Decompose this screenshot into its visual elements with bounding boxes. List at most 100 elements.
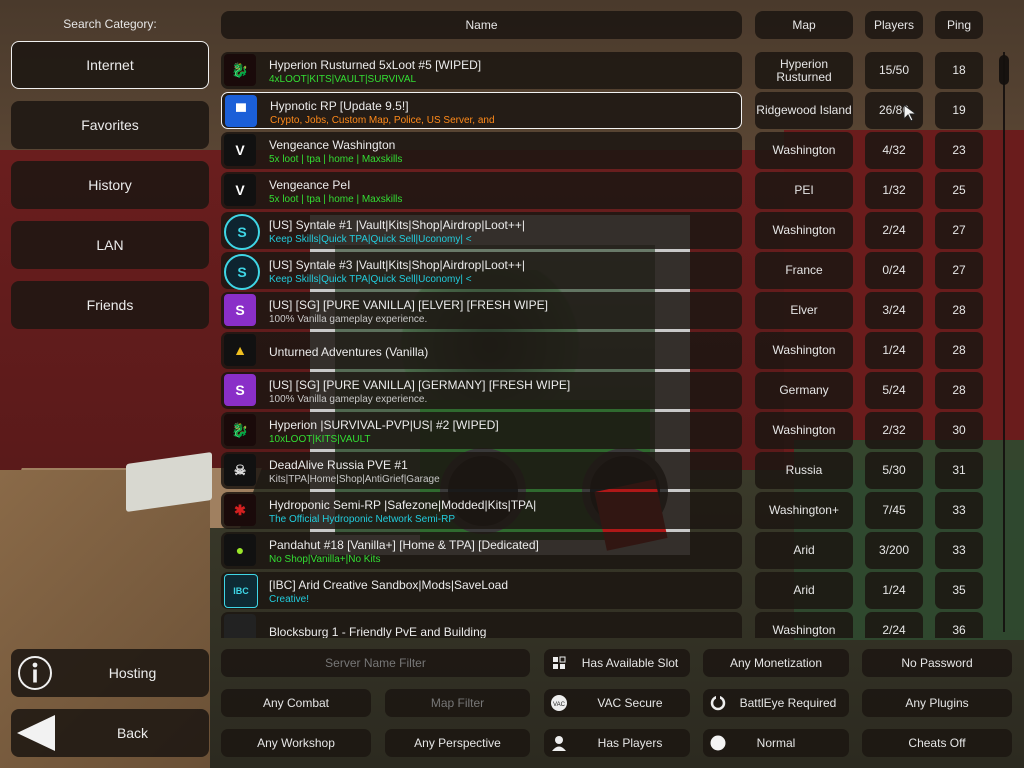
mode-filter-button[interactable]: Normal bbox=[703, 729, 849, 757]
server-description: Keep Skills|Quick TPA|Quick Sell|Uconomy… bbox=[269, 234, 472, 245]
server-list: 🐉 Hyperion Rusturned 5xLoot #5 [WIPED] 4xL… bbox=[221, 52, 1021, 638]
server-row-name[interactable]: S [US] [SG] [PURE VANILLA] [ELVER] [FRESH… bbox=[221, 292, 742, 329]
column-header-name[interactable]: Name bbox=[221, 11, 742, 39]
server-map: Washington bbox=[755, 412, 853, 449]
server-ping: 33 bbox=[935, 492, 983, 529]
category-favorites-button[interactable]: Favorites bbox=[11, 101, 209, 149]
server-players: 5/30 bbox=[865, 452, 923, 489]
server-row-name[interactable]: V Vengeance Washington 5x loot | tpa | hom… bbox=[221, 132, 742, 169]
server-row-name[interactable]: 🐉 Hyperion |SURVIVAL-PVP|US| #2 [WIPED] 10… bbox=[221, 412, 742, 449]
scrollbar-thumb[interactable] bbox=[999, 55, 1009, 85]
category-lan-button[interactable]: LAN bbox=[11, 221, 209, 269]
server-players: 15/50 bbox=[865, 52, 923, 89]
server-row-name[interactable]: Blocksburg 1 - Friendly PvE and Building bbox=[221, 612, 742, 638]
server-ping: 33 bbox=[935, 532, 983, 569]
server-row-name[interactable]: IBC [IBC] Arid Creative Sandbox|Mods|Save… bbox=[221, 572, 742, 609]
hosting-button[interactable]: Hosting bbox=[11, 649, 209, 697]
mode-filter-label: Normal bbox=[756, 736, 796, 750]
monetization-filter-button[interactable]: Any Monetization bbox=[703, 649, 849, 677]
workshop-filter-button[interactable]: Any Workshop bbox=[221, 729, 371, 757]
server-players: 1/24 bbox=[865, 572, 923, 609]
has-players-label: Has Players bbox=[597, 736, 663, 750]
battleye-filter-label: BattlEye Required bbox=[739, 696, 837, 710]
normal-mode-circle-icon bbox=[709, 734, 727, 752]
hypnotic-badge-icon: ▀ bbox=[225, 95, 257, 127]
server-row-name[interactable]: ▲ Unturned Adventures (Vanilla) bbox=[221, 332, 742, 369]
column-header-name-label: Name bbox=[465, 18, 498, 32]
battleye-filter-button[interactable]: BattlEye Required bbox=[703, 689, 849, 717]
server-row-name[interactable]: 🐉 Hyperion Rusturned 5xLoot #5 [WIPED] 4xL… bbox=[221, 52, 742, 89]
server-players: 3/24 bbox=[865, 292, 923, 329]
deadalive-skull-icon: ☠ bbox=[224, 454, 256, 486]
server-row-name[interactable]: S [US] Syntale #1 |Vault|Kits|Shop|Airdro… bbox=[221, 212, 742, 250]
combat-filter-button[interactable]: Any Combat bbox=[221, 689, 371, 717]
server-title: [US] Syntale #3 |Vault|Kits|Shop|Airdrop… bbox=[269, 258, 525, 272]
server-description: 5x loot | tpa | home | Maxskills bbox=[269, 154, 403, 165]
column-header-map[interactable]: Map bbox=[755, 11, 853, 39]
category-internet-button[interactable]: Internet bbox=[11, 41, 209, 89]
plugins-filter-label: Any Plugins bbox=[905, 696, 969, 710]
purple-s-icon: S bbox=[224, 294, 256, 326]
perspective-filter-label: Any Perspective bbox=[414, 736, 501, 750]
plugins-filter-button[interactable]: Any Plugins bbox=[862, 689, 1012, 717]
server-players: 0/24 bbox=[865, 252, 923, 289]
vac-secure-label: VAC Secure bbox=[597, 696, 663, 710]
hosting-label: Hosting bbox=[108, 665, 157, 681]
server-row-name[interactable]: V Vengeance PeI 5x loot | tpa | home | Max… bbox=[221, 172, 742, 209]
purple-s-icon: S bbox=[224, 374, 256, 406]
server-players: 1/24 bbox=[865, 332, 923, 369]
server-ping: 35 bbox=[935, 572, 983, 609]
server-players: 2/24 bbox=[865, 212, 923, 249]
category-history-button[interactable]: History bbox=[11, 161, 209, 209]
server-ping: 23 bbox=[935, 132, 983, 169]
server-title: Hyperion |SURVIVAL-PVP|US| #2 [WIPED] bbox=[269, 418, 499, 432]
syntale-s-icon: S bbox=[224, 254, 260, 290]
perspective-filter-button[interactable]: Any Perspective bbox=[385, 729, 530, 757]
server-row-name[interactable]: S [US] [SG] [PURE VANILLA] [GERMANY] [FRE… bbox=[221, 372, 742, 409]
server-description: 100% Vanilla gameplay experience. bbox=[269, 314, 428, 325]
password-filter-button[interactable]: No Password bbox=[862, 649, 1012, 677]
server-ping: 25 bbox=[935, 172, 983, 209]
column-header-players[interactable]: Players bbox=[865, 11, 923, 39]
server-title: [IBC] Arid Creative Sandbox|Mods|SaveLoa… bbox=[269, 578, 509, 592]
cheats-filter-button[interactable]: Cheats Off bbox=[862, 729, 1012, 757]
hydroponic-leaf-icon: ✱ bbox=[224, 494, 256, 526]
category-friends-button[interactable]: Friends bbox=[11, 281, 209, 329]
server-name-filter-input[interactable]: Server Name Filter bbox=[221, 649, 530, 677]
server-map: PEI bbox=[755, 172, 853, 209]
server-row-name[interactable]: ▀ Hypnotic RP [Update 9.5!] Crypto, Jobs, … bbox=[221, 92, 742, 129]
has-available-slot-toggle[interactable]: Has Available Slot bbox=[544, 649, 690, 677]
category-friends-label: Friends bbox=[86, 297, 134, 313]
server-map: Germany bbox=[755, 372, 853, 409]
server-ping: 28 bbox=[935, 292, 983, 329]
column-header-ping[interactable]: Ping bbox=[935, 11, 983, 39]
server-description: 4xLOOT|KITS|VAULT|SURVIVAL bbox=[269, 74, 417, 85]
server-list-scrollbar[interactable] bbox=[999, 52, 1009, 632]
back-button[interactable]: Back bbox=[11, 709, 209, 757]
server-map: Arid bbox=[755, 532, 853, 569]
has-players-toggle[interactable]: Has Players bbox=[544, 729, 690, 757]
server-title: [US] [SG] [PURE VANILLA] [GERMANY] [FRES… bbox=[269, 378, 571, 392]
server-row-name[interactable]: ● Pandahut #18 [Vanilla+] [Home & TPA] [D… bbox=[221, 532, 742, 569]
server-row-name[interactable]: ☠ DeadAlive Russia PVE #1 Kits|TPA|Home|Sh… bbox=[221, 452, 742, 489]
vac-secure-toggle[interactable]: VAC VAC Secure bbox=[544, 689, 690, 717]
server-name-filter-placeholder: Server Name Filter bbox=[325, 656, 426, 670]
hyperion-dragon-icon: 🐉 bbox=[224, 414, 256, 446]
person-icon bbox=[550, 734, 568, 752]
server-ping: 28 bbox=[935, 332, 983, 369]
server-players: 3/200 bbox=[865, 532, 923, 569]
blocksburg-icon bbox=[224, 614, 256, 638]
server-map: Washington bbox=[755, 132, 853, 169]
server-title: Pandahut #18 [Vanilla+] [Home & TPA] [De… bbox=[269, 538, 539, 552]
server-row-name[interactable]: ✱ Hydroponic Semi-RP |Safezone|Modded|Kit… bbox=[221, 492, 742, 529]
server-ping: 27 bbox=[935, 212, 983, 249]
mouse-cursor-icon bbox=[903, 104, 918, 122]
pandahut-panda-icon: ● bbox=[224, 534, 256, 566]
vac-shield-icon: VAC bbox=[550, 694, 568, 712]
server-description: 100% Vanilla gameplay experience. bbox=[269, 394, 428, 405]
server-description: The Official Hydroponic Network Semi-RP bbox=[269, 514, 455, 525]
server-row-name[interactable]: S [US] Syntale #3 |Vault|Kits|Shop|Airdro… bbox=[221, 252, 742, 290]
slot-grid-icon bbox=[550, 654, 568, 672]
map-filter-input[interactable]: Map Filter bbox=[385, 689, 530, 717]
server-players: 2/32 bbox=[865, 412, 923, 449]
